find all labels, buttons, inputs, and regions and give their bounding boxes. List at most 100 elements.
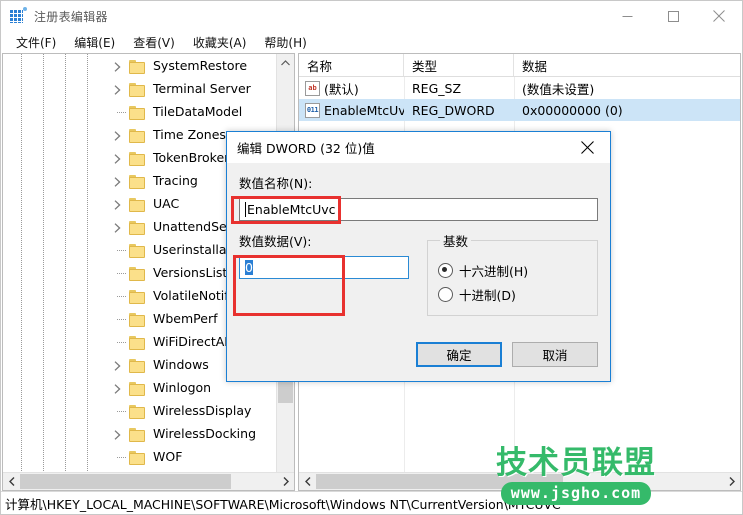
values-hscroll-track[interactable] <box>316 473 723 490</box>
radio-hexadecimal-icon[interactable] <box>438 263 453 278</box>
tree-item-label: WiFiDirectAPI <box>153 334 236 350</box>
chevron-right-icon[interactable] <box>111 359 124 372</box>
radio-decimal-label: 十进制(D) <box>459 288 516 303</box>
scroll-up-icon[interactable] <box>277 54 294 71</box>
registry-path: 计算机\HKEY_LOCAL_MACHINE\SOFTWARE\Microsof… <box>5 496 561 512</box>
value-name-text: EnableMtcUvc <box>247 202 336 217</box>
scroll-right-icon[interactable] <box>723 473 740 490</box>
chevron-right-icon[interactable] <box>111 198 124 211</box>
tree-item-label: WOF <box>153 449 183 465</box>
value-data-cell: (数值未设置) <box>522 81 595 97</box>
cancel-button[interactable]: 取消 <box>512 342 598 367</box>
chevron-right-icon[interactable] <box>111 83 124 96</box>
value-name-text: (默认) <box>324 81 359 97</box>
tree-hscroll-thumb[interactable] <box>20 474 231 489</box>
column-header-type[interactable]: 类型 <box>404 54 514 76</box>
value-name-input[interactable]: EnableMtcUvc <box>239 198 598 221</box>
tree-hscroll-track[interactable] <box>20 473 277 490</box>
value-name-cell: ab (默认) <box>299 79 404 98</box>
radio-hexadecimal[interactable]: 十六进制(H) <box>438 261 587 280</box>
column-header-name[interactable]: 名称 <box>299 54 404 76</box>
binary-value-icon: 011 <box>305 102 320 118</box>
tree-guide-stub <box>117 457 127 458</box>
folder-icon <box>129 404 146 419</box>
base-groupbox: 基数 十六进制(H) 十进制(D) <box>427 231 598 316</box>
value-type-cell: REG_DWORD <box>412 102 495 118</box>
chevron-right-icon[interactable] <box>111 175 124 188</box>
folder-icon <box>129 197 146 212</box>
values-hscroll-thumb[interactable] <box>316 474 563 489</box>
dialog-body: 数值名称(N): EnableMtcUvc 数值数据(V): 0 基数 十六进制… <box>227 173 610 316</box>
base-group-label: 基数 <box>443 234 469 249</box>
close-icon[interactable] <box>696 1 742 31</box>
tree-item[interactable]: SystemRestore <box>3 55 294 78</box>
tree-item-label: Windows <box>153 357 209 373</box>
ok-button[interactable]: 确定 <box>416 342 502 367</box>
tree-item-label: Time Zones <box>153 127 226 143</box>
string-value-icon: ab <box>305 80 320 96</box>
titlebar: 注册表编辑器 <box>1 1 742 31</box>
chevron-right-icon[interactable] <box>111 221 124 234</box>
radio-hexadecimal-label: 十六进制(H) <box>459 264 529 279</box>
folder-icon <box>129 174 146 189</box>
chevron-right-icon[interactable] <box>111 60 124 73</box>
folder-icon <box>129 427 146 442</box>
tree-item-label: Terminal Server <box>153 81 251 97</box>
tree-item[interactable]: TileDataModel <box>3 101 294 124</box>
tree-guide-stub <box>117 296 127 297</box>
tree-item-label: VersionsList <box>153 265 228 281</box>
folder-icon <box>129 105 146 120</box>
radio-decimal[interactable]: 十进制(D) <box>438 285 587 304</box>
tree-item[interactable]: WirelessDocking <box>3 423 294 446</box>
tree-item-label: SystemRestore <box>153 58 248 74</box>
value-data-cell: 0x00000000 (0) <box>522 102 623 118</box>
menu-edit[interactable]: 编辑(E) <box>65 32 124 53</box>
folder-icon <box>129 59 146 74</box>
chevron-right-icon[interactable] <box>111 428 124 441</box>
minimize-icon[interactable] <box>604 1 650 31</box>
scroll-left-icon[interactable] <box>3 473 20 490</box>
scroll-right-icon[interactable] <box>277 473 294 490</box>
menu-file[interactable]: 文件(F) <box>7 32 65 53</box>
value-row[interactable]: ab (默认) REG_SZ (数值未设置) <box>299 77 740 99</box>
chevron-right-icon[interactable] <box>111 129 124 142</box>
window-title: 注册表编辑器 <box>34 9 108 24</box>
value-name-label: 数值名称(N): <box>239 176 313 191</box>
tree-item-label: WbemPerf <box>153 311 218 327</box>
value-name-text: EnableMtcUvc <box>324 102 404 118</box>
folder-icon <box>129 450 146 465</box>
tree-item[interactable]: WOF <box>3 446 294 469</box>
tree-guide-stub <box>117 250 127 251</box>
text-caret <box>245 202 246 217</box>
folder-icon <box>129 358 146 373</box>
registry-editor-icon <box>10 7 27 24</box>
tree-item[interactable]: WirelessDisplay <box>3 400 294 423</box>
tree-guide-stub <box>117 411 127 412</box>
base-column: 基数 十六进制(H) 十进制(D) <box>427 231 598 316</box>
tree-item-label: UAC <box>153 196 180 212</box>
tree-horizontal-scrollbar[interactable] <box>3 472 294 490</box>
window-controls <box>604 1 742 31</box>
radio-decimal-icon[interactable] <box>438 287 453 302</box>
tree-guide-stub <box>117 319 127 320</box>
folder-icon <box>129 266 146 281</box>
dialog-close-icon[interactable] <box>565 132 610 163</box>
scroll-left-icon[interactable] <box>299 473 316 490</box>
menu-favorites[interactable]: 收藏夹(A) <box>184 32 256 53</box>
dialog-title: 编辑 DWORD (32 位)值 <box>237 141 375 156</box>
chevron-right-icon[interactable] <box>111 382 124 395</box>
value-row[interactable]: 011 EnableMtcUvc REG_DWORD 0x00000000 (0) <box>299 99 740 121</box>
folder-icon <box>129 128 146 143</box>
maximize-icon[interactable] <box>650 1 696 31</box>
value-data-input[interactable]: 0 <box>239 256 409 279</box>
tree-item[interactable]: Terminal Server <box>3 78 294 101</box>
tree-item-label: TileDataModel <box>153 104 243 120</box>
value-data-column: 数值数据(V): 0 <box>239 231 409 316</box>
column-header-data[interactable]: 数据 <box>514 54 740 76</box>
value-name-cell: 011 EnableMtcUvc <box>299 102 404 118</box>
values-horizontal-scrollbar[interactable] <box>299 472 740 490</box>
menu-view[interactable]: 查看(V) <box>124 32 184 53</box>
folder-icon <box>129 220 146 235</box>
chevron-right-icon[interactable] <box>111 152 124 165</box>
menu-help[interactable]: 帮助(H) <box>255 32 315 53</box>
